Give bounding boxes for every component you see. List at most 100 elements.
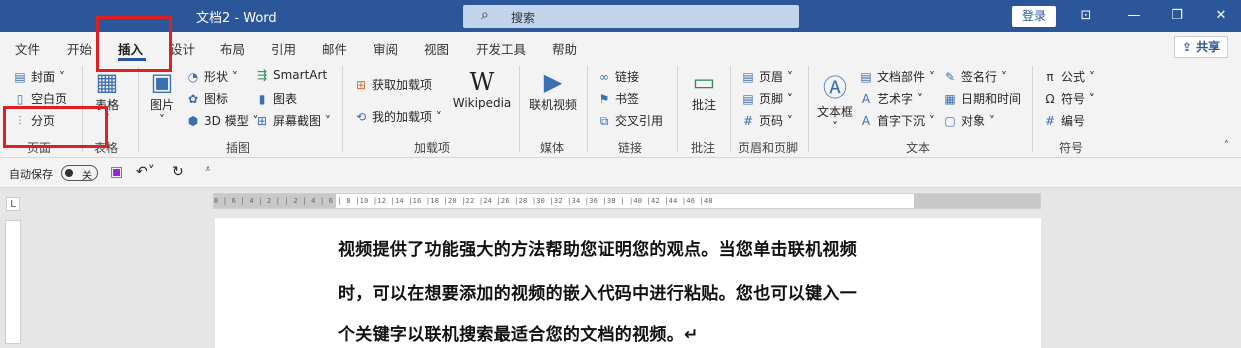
- search-box[interactable]: ⌕ 搜索: [463, 5, 799, 28]
- cover-icon: ▤: [14, 70, 26, 84]
- undo-icon[interactable]: ↶˅: [136, 164, 155, 180]
- symbol-button[interactable]: Ω 符号 ˅: [1042, 90, 1094, 107]
- addin-icon: ⟲: [355, 110, 367, 124]
- toggle-label: 关: [82, 171, 92, 182]
- bookmark-label: 书签: [615, 92, 640, 106]
- cover-button[interactable]: ▤ 封面 ˅: [12, 68, 65, 85]
- tab-references[interactable]: 引用: [271, 39, 296, 58]
- smartart-icon: ⇶: [256, 68, 268, 82]
- equation-button[interactable]: π 公式 ˅: [1042, 68, 1094, 85]
- bookmark-icon: ⚑: [598, 92, 610, 106]
- search-placeholder: 搜索: [511, 11, 536, 25]
- highlight-insert-tab: [96, 16, 172, 72]
- number-button[interactable]: # 编号: [1042, 112, 1085, 129]
- horizontal-ruler[interactable]: 8 | 6 | 4 | 2 | | 2 | 4 | 6 | 8 |10 |12 …: [213, 193, 1041, 209]
- restore-icon[interactable]: ❐: [1165, 5, 1189, 27]
- separator: [138, 66, 139, 152]
- customize-qat-icon[interactable]: ⩡: [205, 164, 211, 175]
- vertical-ruler[interactable]: [5, 220, 21, 344]
- cross-reference-button[interactable]: ⧉ 交叉引用: [596, 112, 663, 129]
- share-button[interactable]: ⇪ 共享: [1174, 36, 1228, 58]
- tab-layout[interactable]: 布局: [220, 39, 245, 58]
- group-comments-label: 批注: [691, 141, 716, 155]
- tab-home[interactable]: 开始: [67, 39, 92, 58]
- search-icon: ⌕: [481, 7, 489, 23]
- autosave-label: 自动保存: [9, 168, 53, 181]
- object-icon: ▢: [944, 114, 956, 128]
- tab-mailings[interactable]: 邮件: [322, 39, 347, 58]
- cover-label: 封面: [31, 70, 56, 84]
- comment-icon: ▭: [692, 68, 716, 96]
- autosave-toggle[interactable]: 关: [61, 165, 98, 182]
- document-line[interactable]: 个关键字以联机搜索最适合您的文档的视频。↵: [338, 320, 938, 345]
- collapse-ribbon-icon[interactable]: ˄: [1224, 140, 1229, 151]
- my-addins-button[interactable]: ⟲ 我的加载项 ˅: [353, 108, 442, 125]
- tab-developer[interactable]: 开发工具: [476, 39, 526, 58]
- close-icon[interactable]: ✕: [1209, 5, 1233, 27]
- omega-icon: Ω: [1045, 92, 1055, 106]
- screenshot-label: 屏幕截图: [273, 114, 322, 128]
- quick-parts-label: 文档部件: [877, 70, 926, 84]
- get-addins-button[interactable]: ⊞ 获取加载项: [353, 76, 432, 93]
- model3d-button[interactable]: ⬢ 3D 模型 ˅: [185, 112, 259, 129]
- chart-button[interactable]: ▮ 图表: [254, 90, 297, 107]
- wikipedia-button[interactable]: W Wikipedia: [452, 68, 512, 110]
- login-button[interactable]: 登录: [1012, 6, 1056, 27]
- minimize-icon[interactable]: —: [1122, 5, 1146, 27]
- save-icon[interactable]: ▣: [110, 164, 123, 180]
- shapes-label: 形状: [204, 70, 229, 84]
- wordart-button[interactable]: A 艺术字 ˅: [858, 90, 923, 107]
- bookmark-button[interactable]: ⚑ 书签: [596, 90, 639, 107]
- document-line[interactable]: 时，可以在想要添加的视频的嵌入代码中进行粘贴。您也可以键入一: [338, 279, 938, 304]
- datetime-button[interactable]: ▦ 日期和时间: [942, 90, 1021, 107]
- tab-review[interactable]: 审阅: [373, 39, 398, 58]
- footer-label: 页脚: [759, 92, 784, 106]
- symbol-label: 符号: [1061, 92, 1086, 106]
- tab-view[interactable]: 视图: [424, 39, 449, 58]
- equation-label: 公式: [1061, 70, 1086, 84]
- picture-icon: ▣: [150, 68, 174, 96]
- picture-button[interactable]: ▣ 图片 ˅: [146, 68, 178, 127]
- online-video-button[interactable]: ▶ 联机视频: [527, 68, 579, 113]
- screenshot-button[interactable]: ⊞ 屏幕截图 ˅: [254, 112, 331, 129]
- tab-design[interactable]: 设计: [170, 39, 195, 58]
- tab-selector-icon[interactable]: L: [6, 197, 20, 211]
- icons-button[interactable]: ✿ 图标: [185, 90, 228, 107]
- footer-icon: ▤: [742, 92, 754, 106]
- blank-page-button[interactable]: ▯ 空白页: [12, 90, 67, 107]
- header-label: 页眉: [759, 70, 784, 84]
- quick-access-toolbar: 自动保存 关 ▣ ↶˅ ↻ ⩡: [0, 158, 1241, 188]
- header-button[interactable]: ▤ 页眉 ˅: [740, 68, 793, 85]
- smartart-button[interactable]: ⇶ SmartArt: [254, 68, 327, 82]
- group-header-footer-label: 页眉和页脚: [738, 141, 799, 155]
- tab-file[interactable]: 文件: [15, 39, 40, 58]
- link-button[interactable]: ∞ 链接: [596, 68, 639, 85]
- page-number-button[interactable]: # 页码 ˅: [740, 112, 793, 129]
- quick-parts-button[interactable]: ▤ 文档部件 ˅: [858, 68, 935, 85]
- group-addins-label: 加载项: [414, 141, 451, 155]
- my-addins-label: 我的加载项: [372, 110, 433, 124]
- separator: [677, 66, 678, 152]
- object-label: 对象: [961, 114, 986, 128]
- redo-icon[interactable]: ↻: [172, 164, 184, 180]
- group-links-label: 链接: [618, 141, 643, 155]
- ribbon-tabs: 文件 开始 插入 设计 布局 引用 邮件 审阅 视图 开发工具 帮助: [0, 32, 1241, 62]
- ruler-margin-right: [914, 194, 1040, 208]
- signature-line-button[interactable]: ✎ 签名行 ˅: [942, 68, 1007, 85]
- footer-button[interactable]: ▤ 页脚 ˅: [740, 90, 793, 107]
- textbox-button[interactable]: Ⓐ 文本框 ˅: [815, 68, 855, 134]
- page-number-icon: #: [742, 114, 754, 128]
- shapes-icon: ◔: [187, 70, 199, 84]
- shapes-button[interactable]: ◔ 形状 ˅: [185, 68, 238, 85]
- link-label: 链接: [615, 70, 640, 84]
- share-label: 共享: [1196, 40, 1221, 54]
- separator: [808, 66, 809, 152]
- cross-reference-label: 交叉引用: [615, 114, 664, 128]
- ribbon-display-icon[interactable]: ⊡: [1074, 5, 1098, 27]
- tab-help[interactable]: 帮助: [552, 39, 577, 58]
- document-line[interactable]: 视频提供了功能强大的方法帮助您证明您的观点。当您单击联机视频: [338, 235, 938, 260]
- datetime-label: 日期和时间: [961, 92, 1022, 106]
- dropcap-button[interactable]: A 首字下沉 ˅: [858, 112, 935, 129]
- object-button[interactable]: ▢ 对象 ˅: [942, 112, 995, 129]
- comment-button[interactable]: ▭ 批注: [686, 68, 722, 113]
